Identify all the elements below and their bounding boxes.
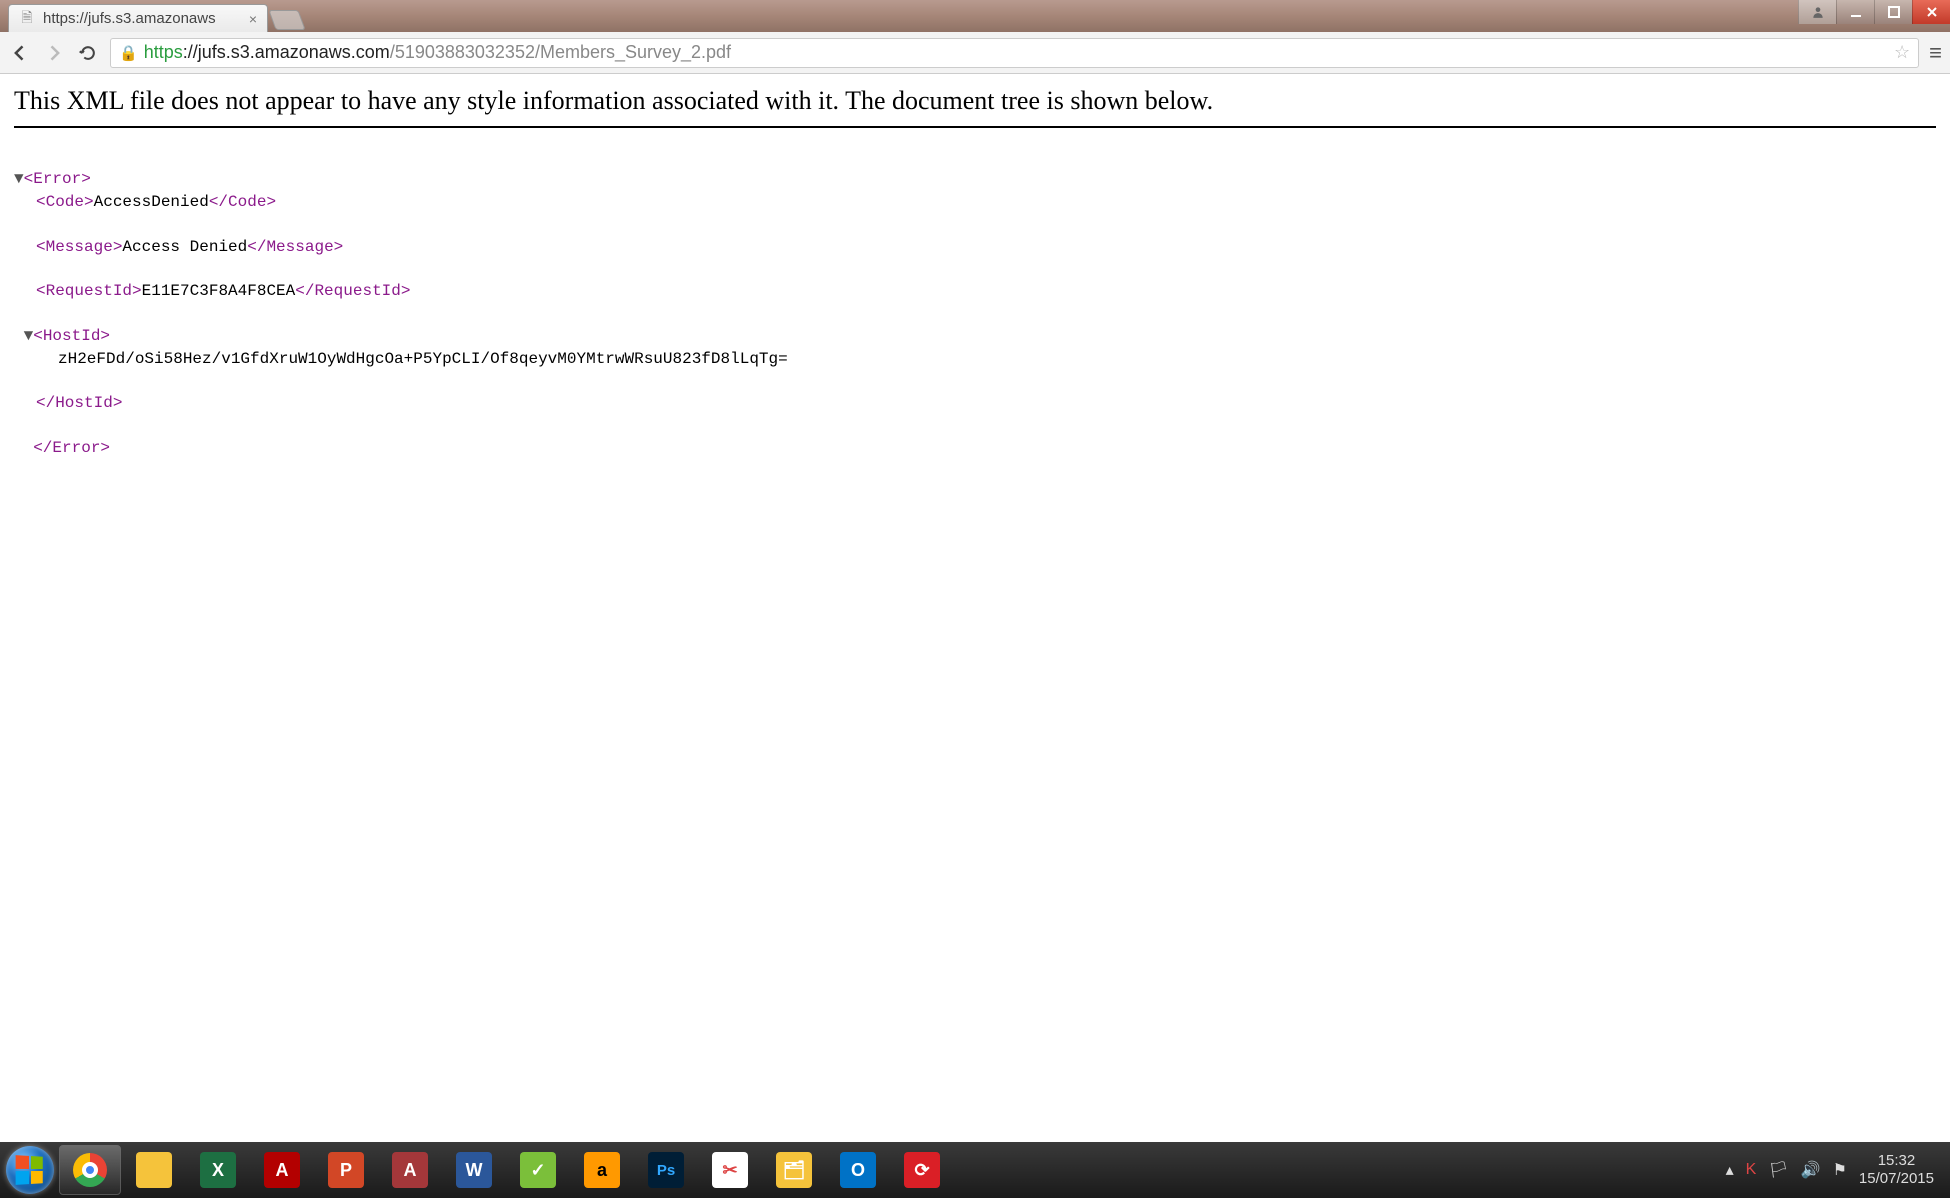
xml-tree: ▼<Error> <Code>AccessDenied</Code> <Mess… bbox=[14, 146, 1936, 482]
windows-taskbar: XAPAW✓aPs✂🗂O⟳ ▴ K 🏳 🔊 ⚑ 15:32 15/07/2015 bbox=[0, 1142, 1950, 1198]
reload-icon bbox=[78, 43, 98, 63]
url-scheme: https bbox=[144, 42, 183, 62]
xml-tag: </Message> bbox=[247, 238, 343, 256]
xml-line: ▼<HostId> bbox=[14, 327, 110, 345]
taskbar-app-chrome[interactable] bbox=[60, 1146, 120, 1194]
page-favicon: 🗎 bbox=[19, 11, 35, 27]
url-text: https://jufs.s3.amazonaws.com/5190388303… bbox=[144, 42, 731, 63]
close-icon bbox=[1925, 5, 1939, 19]
chrome-menu-button[interactable]: ≡ bbox=[1929, 40, 1942, 66]
creative-cloud-icon: ⟳ bbox=[904, 1152, 940, 1188]
xml-text: zH2eFDd/oSi58Hez/v1GfdXruW1OyWdHgcOa+P5Y… bbox=[58, 350, 788, 368]
xml-line: zH2eFDd/oSi58Hez/v1GfdXruW1OyWdHgcOa+P5Y… bbox=[14, 348, 1936, 370]
browser-tab[interactable]: 🗎 https://jufs.s3.amazonaws × bbox=[8, 4, 268, 32]
taskbar-app-adobe-reader[interactable]: A bbox=[252, 1146, 312, 1194]
xml-line: </HostId> bbox=[14, 392, 1936, 414]
taskbar-app-access[interactable]: A bbox=[380, 1146, 440, 1194]
tab-title: https://jufs.s3.amazonaws bbox=[43, 10, 241, 27]
taskbar-app-word[interactable]: W bbox=[444, 1146, 504, 1194]
reload-button[interactable] bbox=[76, 41, 100, 65]
browser-toolbar: 🔒 https://jufs.s3.amazonaws.com/51903883… bbox=[0, 32, 1950, 74]
arrow-right-icon bbox=[44, 43, 64, 63]
taskbar-app-amazon[interactable]: a bbox=[572, 1146, 632, 1194]
xml-tag: </Error> bbox=[33, 439, 110, 457]
address-bar[interactable]: 🔒 https://jufs.s3.amazonaws.com/51903883… bbox=[110, 38, 1919, 68]
powerpoint-icon: P bbox=[328, 1152, 364, 1188]
back-button[interactable] bbox=[8, 41, 32, 65]
xml-line: </Error> bbox=[14, 439, 110, 457]
chrome-user-button[interactable] bbox=[1798, 0, 1836, 24]
taskbar-clock[interactable]: 15:32 15/07/2015 bbox=[1859, 1152, 1934, 1188]
clock-time: 15:32 bbox=[1859, 1152, 1934, 1170]
amazon-icon: a bbox=[584, 1152, 620, 1188]
window-maximize-button[interactable] bbox=[1874, 0, 1912, 24]
url-host: ://jufs.s3.amazonaws.com bbox=[183, 42, 390, 62]
forward-button[interactable] bbox=[42, 41, 66, 65]
action-center-icon[interactable]: 🏳 bbox=[1768, 1160, 1788, 1180]
xml-tag: <Message> bbox=[36, 238, 122, 256]
xml-tag: <HostId> bbox=[33, 327, 110, 345]
page-content: This XML file does not appear to have an… bbox=[0, 74, 1950, 1142]
xml-text: E11E7C3F8A4F8CEA bbox=[142, 282, 296, 300]
xml-line: <Message>Access Denied</Message> bbox=[14, 236, 1936, 258]
access-icon: A bbox=[392, 1152, 428, 1188]
adobe-reader-icon: A bbox=[264, 1152, 300, 1188]
photoshop-icon: Ps bbox=[648, 1152, 684, 1188]
xml-tag: </HostId> bbox=[36, 394, 122, 412]
xml-text: Access Denied bbox=[122, 238, 247, 256]
xml-tag: </RequestId> bbox=[295, 282, 410, 300]
collapse-toggle-icon[interactable]: ▼ bbox=[14, 170, 24, 188]
window-titlebar: 🗎 https://jufs.s3.amazonaws × bbox=[0, 0, 1950, 32]
start-button[interactable] bbox=[6, 1146, 54, 1194]
clock-date: 15/07/2015 bbox=[1859, 1170, 1934, 1188]
xml-tag: <Code> bbox=[36, 193, 94, 211]
taskbar-app-powerpoint[interactable]: P bbox=[316, 1146, 376, 1194]
maximize-icon bbox=[1887, 5, 1901, 19]
taskbar-apps: XAPAW✓aPs✂🗂O⟳ bbox=[60, 1146, 952, 1194]
arrow-left-icon bbox=[10, 43, 30, 63]
xml-text: AccessDenied bbox=[94, 193, 209, 211]
system-tray: ▴ K 🏳 🔊 ⚑ 15:32 15/07/2015 bbox=[1726, 1152, 1944, 1188]
new-tab-button[interactable] bbox=[268, 10, 305, 30]
kaspersky-icon[interactable]: K bbox=[1746, 1161, 1757, 1179]
taskbar-app-files[interactable]: 🗂 bbox=[764, 1146, 824, 1194]
xml-line: <RequestId>E11E7C3F8A4F8CEA</RequestId> bbox=[14, 280, 1936, 302]
explorer-icon bbox=[136, 1152, 172, 1188]
outlook-icon: O bbox=[840, 1152, 876, 1188]
window-minimize-button[interactable] bbox=[1836, 0, 1874, 24]
app-green-icon: ✓ bbox=[520, 1152, 556, 1188]
xml-line: ▼<Error> bbox=[14, 170, 91, 188]
xml-tag: <Error> bbox=[24, 170, 91, 188]
url-path: /51903883032352/Members_Survey_2.pdf bbox=[390, 42, 731, 62]
files-icon: 🗂 bbox=[776, 1152, 812, 1188]
taskbar-app-outlook[interactable]: O bbox=[828, 1146, 888, 1194]
snipping-icon: ✂ bbox=[712, 1152, 748, 1188]
volume-icon[interactable]: 🔊 bbox=[1801, 1160, 1821, 1180]
taskbar-app-photoshop[interactable]: Ps bbox=[636, 1146, 696, 1194]
excel-icon: X bbox=[200, 1152, 236, 1188]
tray-overflow-button[interactable]: ▴ bbox=[1726, 1160, 1734, 1180]
user-icon bbox=[1811, 5, 1825, 19]
collapse-toggle-icon[interactable]: ▼ bbox=[24, 327, 34, 345]
window-controls bbox=[1798, 0, 1950, 24]
taskbar-app-app-green[interactable]: ✓ bbox=[508, 1146, 568, 1194]
taskbar-app-explorer[interactable] bbox=[124, 1146, 184, 1194]
network-icon[interactable]: ⚑ bbox=[1833, 1160, 1847, 1180]
window-close-button[interactable] bbox=[1912, 0, 1950, 24]
tab-close-icon[interactable]: × bbox=[249, 11, 257, 27]
bookmark-star-icon[interactable]: ☆ bbox=[1894, 42, 1910, 63]
lock-icon: 🔒 bbox=[119, 44, 138, 62]
taskbar-app-excel[interactable]: X bbox=[188, 1146, 248, 1194]
windows-logo-icon bbox=[16, 1155, 43, 1185]
xml-tag: </Code> bbox=[209, 193, 276, 211]
xml-tag: <RequestId> bbox=[36, 282, 142, 300]
chrome-icon bbox=[73, 1153, 107, 1187]
word-icon: W bbox=[456, 1152, 492, 1188]
taskbar-app-creative-cloud[interactable]: ⟳ bbox=[892, 1146, 952, 1194]
xml-line: <Code>AccessDenied</Code> bbox=[14, 191, 1936, 213]
minimize-icon bbox=[1849, 5, 1863, 19]
xml-no-style-banner: This XML file does not appear to have an… bbox=[14, 86, 1936, 128]
taskbar-app-snipping[interactable]: ✂ bbox=[700, 1146, 760, 1194]
